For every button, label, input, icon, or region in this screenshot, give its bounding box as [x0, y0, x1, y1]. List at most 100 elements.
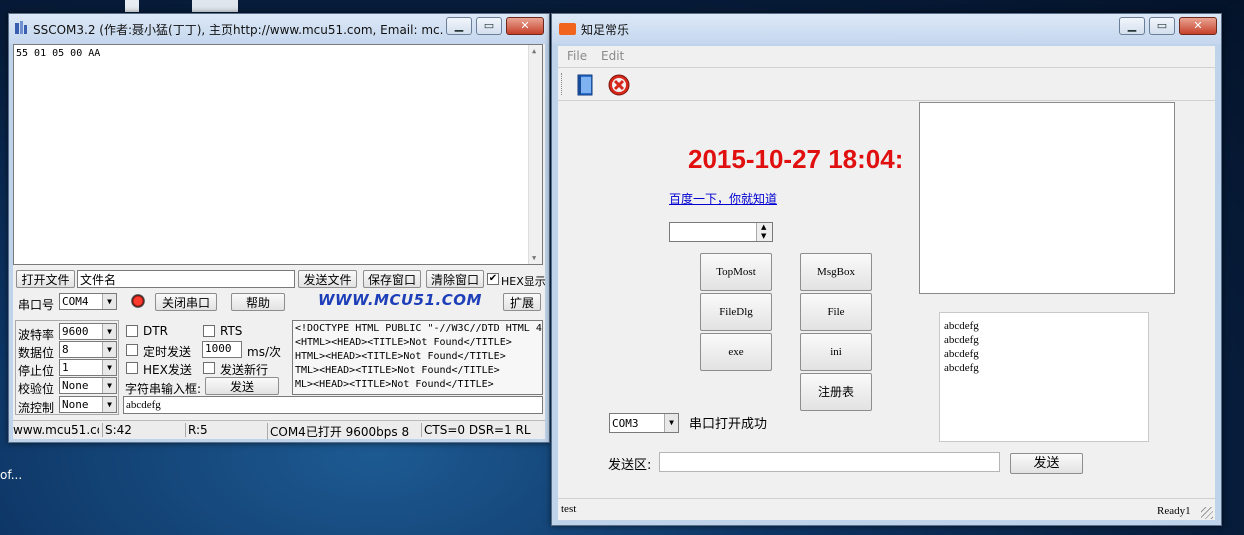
- flow-select[interactable]: None ▼: [59, 396, 117, 413]
- rts-label: RTS: [220, 324, 243, 338]
- timed-send-checkbox[interactable]: [126, 344, 138, 356]
- desktop-text-fragment: of...: [0, 468, 23, 482]
- databits-value: 8: [62, 343, 69, 356]
- spin-up-icon[interactable]: ▲: [761, 223, 766, 231]
- send-newline-checkbox[interactable]: [203, 362, 215, 374]
- registry-button[interactable]: 注册表: [800, 373, 872, 411]
- hex-send-checkbox[interactable]: [126, 362, 138, 374]
- baud-select[interactable]: 9600 ▼: [59, 323, 117, 340]
- sscom-status-bar: www.mcu51.cor S:42 R:5 COM4已打开 9600bps 8…: [13, 420, 545, 440]
- save-window-button[interactable]: 保存窗口: [363, 270, 421, 288]
- list-item[interactable]: abcdefg: [944, 361, 1144, 375]
- sscom-window: SSCOM3.2 (作者:聂小猛(丁丁), 主页http://www.mcu51…: [8, 13, 550, 443]
- interval-input[interactable]: 1000: [202, 341, 242, 358]
- string-input-label: 字符串输入框:: [125, 382, 202, 396]
- rts-checkbox[interactable]: [203, 325, 215, 337]
- dtr-checkbox[interactable]: [126, 325, 138, 337]
- exe-button[interactable]: exe: [700, 333, 772, 371]
- hex-display-checkbox[interactable]: ✔: [487, 273, 499, 285]
- list-item[interactable]: abcdefg: [944, 347, 1144, 361]
- flow-label: 流控制: [18, 401, 55, 415]
- app-maximize-button[interactable]: ▭: [1149, 17, 1175, 35]
- send-newline-label: 发送新行: [220, 363, 269, 377]
- status-right-text: Ready1: [1157, 505, 1191, 517]
- chevron-down-icon[interactable]: ▼: [102, 342, 116, 357]
- interval-unit: ms/次: [247, 345, 281, 359]
- open-file-button[interactable]: 打开文件: [16, 270, 75, 288]
- app-titlebar[interactable]: 知足常乐 ▁ ▭ ✕: [552, 14, 1221, 44]
- clear-window-button[interactable]: 清除窗口: [426, 270, 484, 288]
- chevron-down-icon[interactable]: ▼: [102, 324, 116, 339]
- app-send-input[interactable]: [659, 452, 1000, 472]
- resize-grip-icon[interactable]: [1201, 507, 1213, 519]
- scroll-up-arrow-icon[interactable]: ▲: [532, 47, 536, 55]
- baidu-link[interactable]: 百度一下，你就知道: [669, 190, 777, 207]
- app-client: File Edit 2015-10-27 18:04: 百度一下，你就知道 ▲ …: [558, 46, 1215, 520]
- log-line: HTML><HEAD><TITLE>Not Found</TITLE>: [295, 351, 506, 362]
- receive-scrollbar[interactable]: ▲ ▼: [528, 45, 542, 264]
- app-send-button[interactable]: 发送: [1010, 453, 1083, 474]
- sscom-titlebar[interactable]: SSCOM3.2 (作者:聂小猛(丁丁), 主页http://www.mcu51…: [9, 14, 549, 44]
- app-title: 知足常乐: [581, 23, 630, 37]
- baud-label: 波特率: [18, 328, 55, 342]
- databits-select[interactable]: 8 ▼: [59, 341, 117, 358]
- file-button[interactable]: File: [800, 293, 872, 331]
- log-area: <!DOCTYPE HTML PUBLIC "-//W3C//DTD HTML …: [292, 320, 543, 395]
- app-minimize-button[interactable]: ▁: [1119, 17, 1145, 35]
- send-input[interactable]: abcdefg: [123, 396, 543, 414]
- send-file-button[interactable]: 发送文件: [298, 270, 357, 288]
- sscom-maximize-button[interactable]: ▭: [476, 17, 502, 35]
- desktop-icon-fragment-1[interactable]: [125, 0, 139, 12]
- chevron-down-icon[interactable]: ▼: [102, 397, 116, 412]
- receive-area[interactable]: 55 01 05 00 AA ▲ ▼: [13, 44, 543, 265]
- port-label: 串口号: [18, 298, 55, 312]
- spin-down-icon[interactable]: ▼: [761, 232, 766, 240]
- datetime-display: 2015-10-27 18:04:: [688, 144, 904, 174]
- flow-value: None: [62, 398, 89, 411]
- expand-button[interactable]: 扩展: [503, 293, 541, 311]
- list-item[interactable]: abcdefg: [944, 319, 1144, 333]
- app-close-button[interactable]: ✕: [1179, 17, 1217, 35]
- desktop-icon-fragment-2[interactable]: [192, 0, 238, 12]
- help-button[interactable]: 帮助: [231, 293, 285, 311]
- parity-select[interactable]: None ▼: [59, 377, 117, 394]
- log-line: <!DOCTYPE HTML PUBLIC "-//W3C//DTD HTML …: [295, 323, 543, 334]
- filedlg-button[interactable]: FileDlg: [700, 293, 772, 331]
- msgbox-button[interactable]: MsgBox: [800, 253, 872, 291]
- stopbits-select[interactable]: 1 ▼: [59, 359, 117, 376]
- scroll-down-arrow-icon[interactable]: ▼: [532, 254, 536, 262]
- ini-button[interactable]: ini: [800, 333, 872, 371]
- chevron-down-icon[interactable]: ▼: [102, 378, 116, 393]
- log-line: ML><HEAD><TITLE>Not Found</TITLE>: [295, 379, 494, 390]
- chevron-down-icon[interactable]: ▼: [664, 414, 678, 432]
- sscom-client: 55 01 05 00 AA ▲ ▼ 打开文件 文件名 发送文件 保存窗口 清除…: [13, 44, 546, 440]
- book-icon[interactable]: [575, 73, 595, 97]
- spin-buttons[interactable]: ▲ ▼: [756, 223, 772, 241]
- chevron-down-icon[interactable]: ▼: [102, 360, 116, 375]
- hex-send-label: HEX发送: [143, 363, 192, 377]
- app-port-value: COM3: [612, 417, 639, 430]
- app-port-select[interactable]: COM3 ▼: [609, 413, 679, 433]
- file-name-field[interactable]: 文件名: [77, 270, 295, 288]
- receive-list[interactable]: abcdefg abcdefg abcdefg abcdefg: [939, 312, 1149, 442]
- chevron-down-icon[interactable]: ▼: [102, 294, 116, 309]
- topmost-button[interactable]: TopMost: [700, 253, 772, 291]
- menu-edit[interactable]: Edit: [601, 49, 624, 63]
- send-button[interactable]: 发送: [205, 377, 279, 395]
- sscom-minimize-button[interactable]: ▁: [446, 17, 472, 35]
- toolbar: [558, 67, 1215, 101]
- timed-send-label: 定时发送: [143, 345, 192, 359]
- port-status-text: 串口打开成功: [689, 417, 768, 432]
- port-select[interactable]: COM4 ▼: [59, 293, 117, 310]
- list-item[interactable]: abcdefg: [944, 333, 1144, 347]
- databits-label: 数据位: [18, 346, 55, 360]
- baud-value: 9600: [62, 325, 89, 338]
- send-area-label: 发送区:: [608, 458, 652, 473]
- spin-input[interactable]: ▲ ▼: [669, 222, 773, 242]
- sscom-close-button[interactable]: ✕: [506, 17, 544, 35]
- close-circle-icon[interactable]: [608, 74, 630, 96]
- menu-file[interactable]: File: [567, 49, 587, 63]
- close-port-button[interactable]: 关闭串口: [155, 293, 217, 311]
- status-url: www.mcu51.cor: [13, 423, 99, 437]
- app-window: 知足常乐 ▁ ▭ ✕ File Edit 2015-10-27 18:04: 百…: [551, 13, 1222, 526]
